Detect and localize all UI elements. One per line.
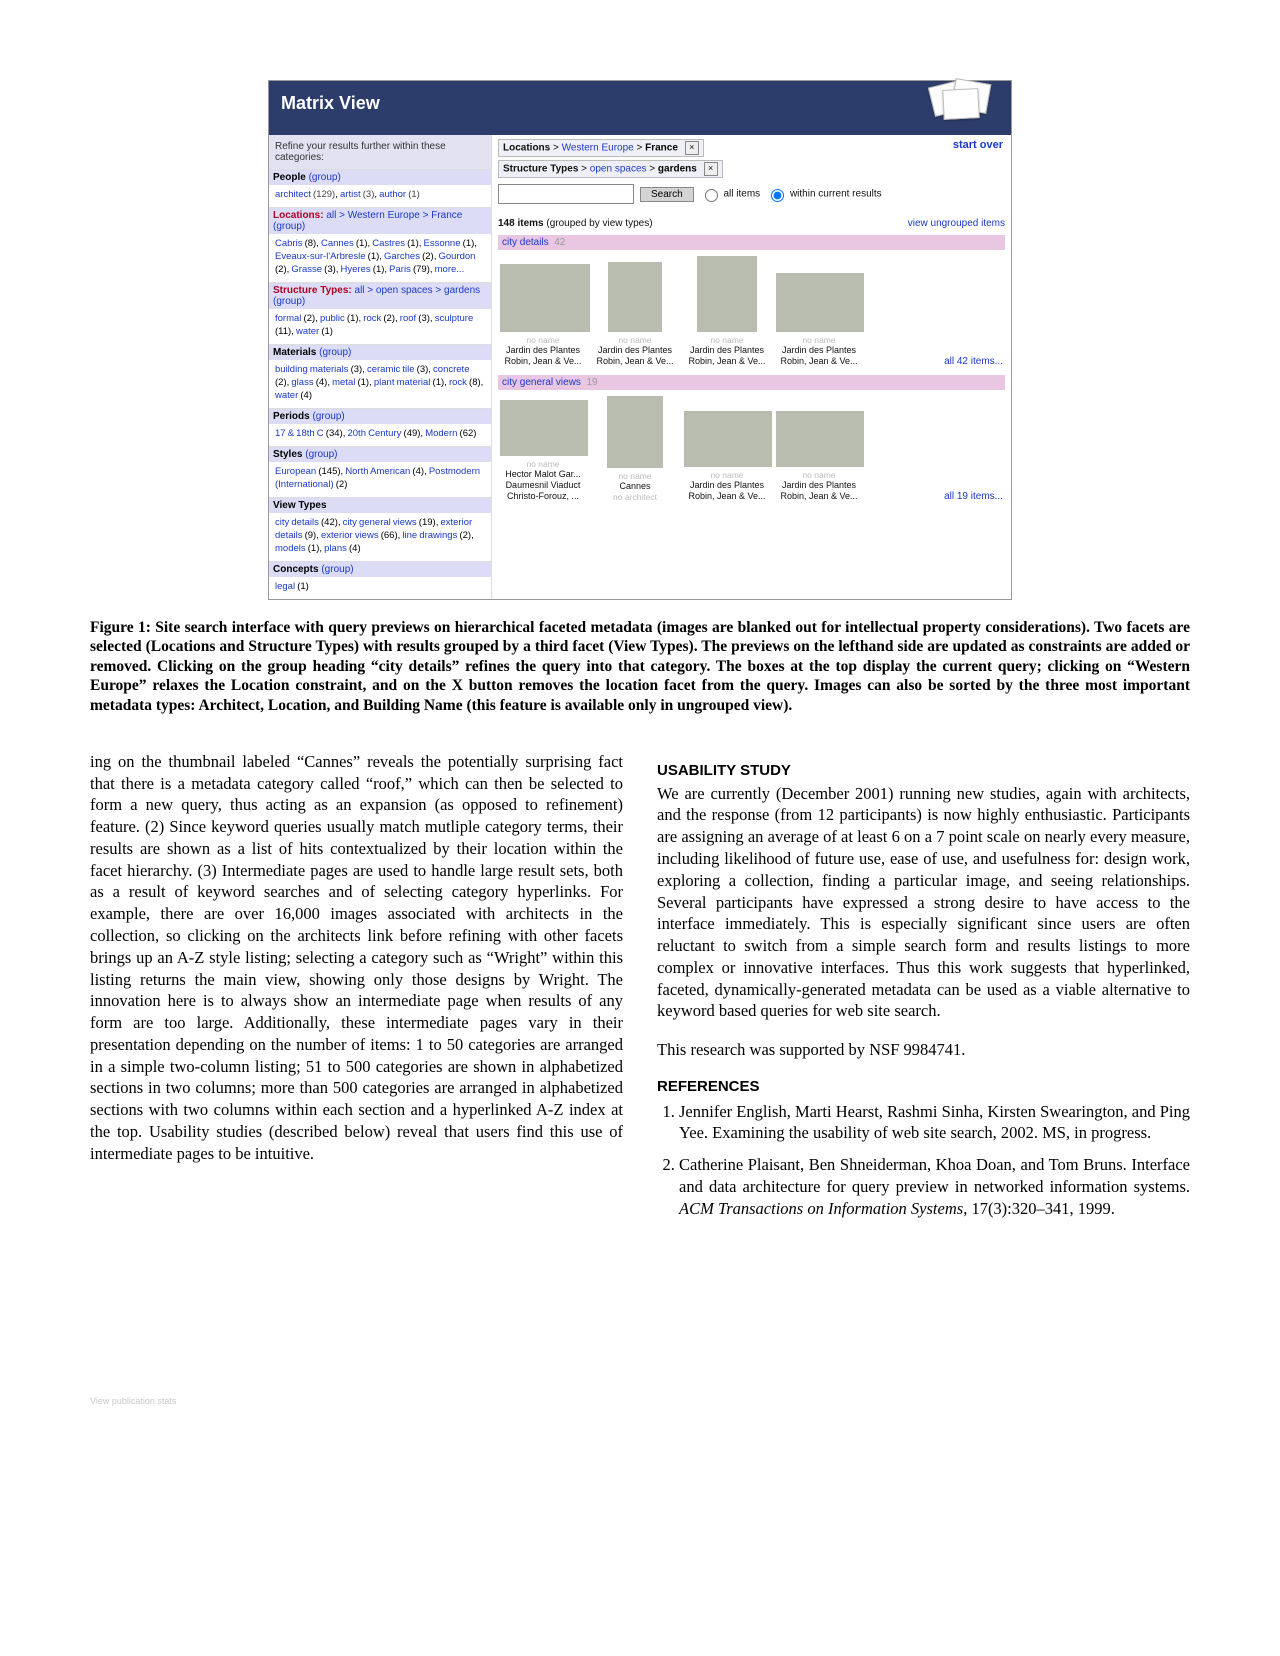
facet-materials: Materials (group) building materials (3)… <box>269 344 491 408</box>
result-thumb[interactable]: no nameHector Malot Gar...Daumesnil Viad… <box>500 400 586 502</box>
body-columns: ing on the thumbnail labeled “Cannes” re… <box>90 751 1190 1236</box>
radio-all-items[interactable] <box>705 189 718 202</box>
result-thumb[interactable]: no nameJardin des PlantesRobin, Jean & V… <box>776 411 862 502</box>
remove-structure-icon[interactable]: × <box>704 162 718 176</box>
group-heading-city-details[interactable]: city details 42 <box>498 235 1005 250</box>
footer-note: View publication stats <box>90 1396 1190 1406</box>
facet-structure-types: Structure Types: all > open spaces > gar… <box>269 282 491 344</box>
facet-view-types: View Types city details (42), city gener… <box>269 497 491 561</box>
view-ungrouped-link[interactable]: view ungrouped items <box>908 218 1005 229</box>
search-input[interactable] <box>498 184 634 204</box>
left-column: ing on the thumbnail labeled “Cannes” re… <box>90 751 623 1236</box>
facet-periods: Periods (group) 17 & 18th C (34), 20th C… <box>269 408 491 446</box>
matrix-view-app: Matrix View Refine your results further … <box>268 80 1012 600</box>
search-button[interactable]: Search <box>640 187 694 202</box>
result-thumb[interactable]: no nameCannesno architect <box>592 396 678 502</box>
result-summary: 148 items (grouped by view types) view u… <box>498 218 1005 229</box>
group-heading-city-general-views[interactable]: city general views 19 <box>498 375 1005 390</box>
all-items-link[interactable]: all 42 items... <box>944 356 1003 367</box>
app-title-bar: Matrix View <box>269 81 1011 135</box>
result-thumb[interactable]: no nameJardin des PlantesRobin, Jean & V… <box>684 411 770 502</box>
breadcrumb-structure: Structure Types > open spaces > gardens … <box>498 160 1005 178</box>
facet-styles: Styles (group) European (145), North Ame… <box>269 446 491 497</box>
facet-people: People (group) architect (129), artist (… <box>269 169 491 207</box>
breadcrumb-locations: Locations > Western Europe > France × <box>498 139 1005 157</box>
start-over-link[interactable]: start over <box>953 139 1003 151</box>
result-thumb[interactable]: no nameJardin des PlantesRobin, Jean & V… <box>592 262 678 367</box>
refine-hint: Refine your results further within these… <box>269 135 491 169</box>
right-column: USABILITY STUDY We are currently (Decemb… <box>657 751 1190 1236</box>
remove-location-icon[interactable]: × <box>685 141 699 155</box>
radio-within-results[interactable] <box>771 189 784 202</box>
app-title: Matrix View <box>281 93 380 113</box>
result-thumb[interactable]: no nameJardin des PlantesRobin, Jean & V… <box>684 256 770 367</box>
references-list: Jennifer English, Marti Hearst, Rashmi S… <box>657 1101 1190 1220</box>
result-thumb[interactable]: no nameJardin des PlantesRobin, Jean & V… <box>500 264 586 367</box>
thumb-row-city-details: no nameJardin des PlantesRobin, Jean & V… <box>498 250 1005 375</box>
thumb-row-city-general: no nameHector Malot Gar...Daumesnil Viad… <box>498 390 1005 510</box>
search-row: Search all items within current results <box>498 184 1005 204</box>
facet-concepts: Concepts (group) legal (1) <box>269 561 491 599</box>
all-items-link[interactable]: all 19 items... <box>944 491 1003 502</box>
result-thumb[interactable]: no nameJardin des PlantesRobin, Jean & V… <box>776 273 862 367</box>
facet-locations: Locations: all > Western Europe > France… <box>269 207 491 282</box>
main-panel: start over Locations > Western Europe > … <box>492 135 1011 599</box>
facet-sidebar: Refine your results further within these… <box>269 135 492 599</box>
figure-caption: Figure 1: Site search interface with que… <box>90 618 1190 715</box>
usability-heading: USABILITY STUDY <box>657 761 1190 781</box>
references-heading: REFERENCES <box>657 1077 1190 1097</box>
photo-stack-icon <box>931 75 993 121</box>
